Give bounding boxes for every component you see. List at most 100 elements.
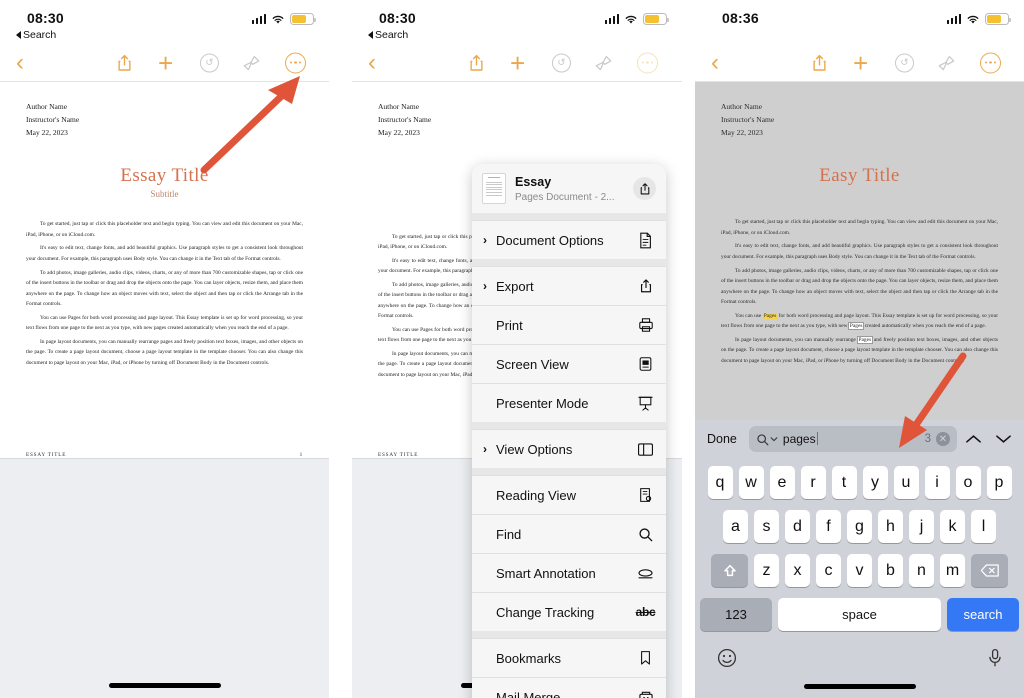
search-icon[interactable] <box>756 433 778 446</box>
menu-item-print[interactable]: Print <box>472 305 666 344</box>
mail-merge-icon <box>636 690 655 698</box>
space-key[interactable]: space <box>778 598 941 631</box>
key-w[interactable]: w <box>738 466 764 499</box>
document-title: Easy Title <box>819 165 900 187</box>
clear-icon[interactable]: ✕ <box>936 432 950 446</box>
key-e[interactable]: e <box>769 466 795 499</box>
menu-item-smart-annotation[interactable]: Smart Annotation <box>472 553 666 592</box>
document-viewport[interactable]: Author Name Instructor's Name May 22, 20… <box>695 82 1024 698</box>
find-navigation[interactable] <box>965 433 1016 445</box>
battery-icon <box>985 13 1011 25</box>
body-paragraph: You can use Pages for both word processi… <box>26 314 303 332</box>
menu-item-view-options[interactable]: › View Options <box>472 429 666 468</box>
search-key[interactable]: search <box>947 598 1019 631</box>
key-l[interactable]: l <box>971 510 996 543</box>
body-paragraph: It's easy to edit text, change fonts, an… <box>721 243 998 260</box>
more-options-icon[interactable] <box>980 52 1001 73</box>
key-m[interactable]: m <box>940 554 965 587</box>
below-page-area <box>0 458 329 698</box>
more-options-menu[interactable]: Essay Pages Document - 2... › Document O… <box>472 164 666 698</box>
document-viewport[interactable]: Author Name Instructor's Name May 22, 20… <box>0 82 329 698</box>
microphone-icon[interactable] <box>988 648 1002 673</box>
status-back-to-search[interactable]: Search <box>368 29 408 41</box>
shift-icon[interactable] <box>711 554 748 587</box>
key-o[interactable]: o <box>955 466 981 499</box>
key-s[interactable]: s <box>754 510 779 543</box>
key-d[interactable]: d <box>785 510 810 543</box>
menu-item-export[interactable]: › Export <box>472 266 666 305</box>
backspace-icon[interactable] <box>971 554 1008 587</box>
find-bar[interactable]: Done pages 3 ✕ <box>695 420 1024 458</box>
add-icon[interactable]: + <box>853 50 868 76</box>
key-y[interactable]: y <box>862 466 888 499</box>
key-j[interactable]: j <box>909 510 934 543</box>
back-chevron-icon[interactable]: ‹ <box>711 50 719 75</box>
menu-item-bookmarks[interactable]: Bookmarks <box>472 638 666 677</box>
key-z[interactable]: z <box>754 554 779 587</box>
home-indicator <box>803 684 916 689</box>
menu-item-label: Export <box>496 278 534 294</box>
menu-item-label: Smart Annotation <box>496 565 596 581</box>
undo-icon: ↺ <box>552 53 571 72</box>
menu-item-screen-view[interactable]: Screen View <box>472 344 666 383</box>
more-options-icon[interactable] <box>637 52 658 73</box>
status-bar: 08:36 <box>695 0 1024 44</box>
key-n[interactable]: n <box>909 554 934 587</box>
key-b[interactable]: b <box>878 554 903 587</box>
numbers-key[interactable]: 123 <box>700 598 772 631</box>
key-u[interactable]: u <box>893 466 919 499</box>
key-a[interactable]: a <box>723 510 748 543</box>
search-match: Pages <box>847 322 865 331</box>
chevron-down-icon[interactable] <box>770 435 778 443</box>
document-subtitle: Subtitle <box>150 189 179 200</box>
key-h[interactable]: h <box>878 510 903 543</box>
find-done-button[interactable]: Done <box>703 432 741 446</box>
search-match: Pages <box>856 335 874 344</box>
key-g[interactable]: g <box>847 510 872 543</box>
add-icon[interactable]: + <box>510 50 525 76</box>
menu-document-header[interactable]: Essay Pages Document - 2... <box>472 164 666 213</box>
menu-item-presenter-mode[interactable]: Presenter Mode <box>472 383 666 422</box>
add-icon[interactable]: + <box>158 50 173 76</box>
key-f[interactable]: f <box>816 510 841 543</box>
key-i[interactable]: i <box>924 466 950 499</box>
more-options-icon[interactable] <box>285 52 306 73</box>
menu-item-label: Print <box>496 317 523 333</box>
on-screen-keyboard[interactable]: q w e r t y u i o p a s d f g h j k l z … <box>695 458 1024 698</box>
share-icon[interactable] <box>468 53 485 72</box>
key-q[interactable]: q <box>707 466 733 499</box>
status-indicators <box>946 13 1011 25</box>
emoji-icon[interactable] <box>717 648 737 673</box>
menu-item-find[interactable]: Find <box>472 514 666 553</box>
change-tracking-icon: abc <box>635 605 656 619</box>
back-chevron-icon[interactable]: ‹ <box>16 50 24 75</box>
key-r[interactable]: r <box>800 466 826 499</box>
menu-item-label: Find <box>496 526 522 542</box>
key-c[interactable]: c <box>816 554 841 587</box>
share-icon[interactable] <box>811 53 828 72</box>
share-icon[interactable] <box>633 177 656 200</box>
key-p[interactable]: p <box>986 466 1012 499</box>
instructor-name: Instructor's Name <box>26 115 80 125</box>
status-back-to-search[interactable]: Search <box>16 29 56 41</box>
document-page: Author Name Instructor's Name May 22, 20… <box>695 82 1024 442</box>
document-viewport: Search Author Name Instructor's Name May… <box>352 82 682 698</box>
menu-item-mail-merge[interactable]: Mail Merge <box>472 677 666 698</box>
body-paragraph-with-match: You can use Pages for both word processi… <box>721 312 998 331</box>
menu-item-document-options[interactable]: › Document Options <box>472 220 666 259</box>
back-chevron-icon[interactable]: ‹ <box>368 50 376 75</box>
share-icon[interactable] <box>116 53 133 72</box>
key-t[interactable]: t <box>831 466 857 499</box>
search-input[interactable]: pages 3 ✕ <box>748 426 957 452</box>
key-k[interactable]: k <box>940 510 965 543</box>
chevron-down-icon[interactable] <box>995 433 1012 445</box>
menu-item-label: Bookmarks <box>496 650 562 666</box>
menu-item-label: Presenter Mode <box>496 395 589 411</box>
body-paragraph: To add photos, image galleries, audio cl… <box>721 267 998 306</box>
chevron-up-icon[interactable] <box>965 433 982 445</box>
key-v[interactable]: v <box>847 554 872 587</box>
key-x[interactable]: x <box>785 554 810 587</box>
author-name: Author Name <box>26 102 68 111</box>
menu-item-reading-view[interactable]: Reading View <box>472 475 666 514</box>
menu-item-change-tracking[interactable]: Change Tracking abc <box>472 592 666 631</box>
